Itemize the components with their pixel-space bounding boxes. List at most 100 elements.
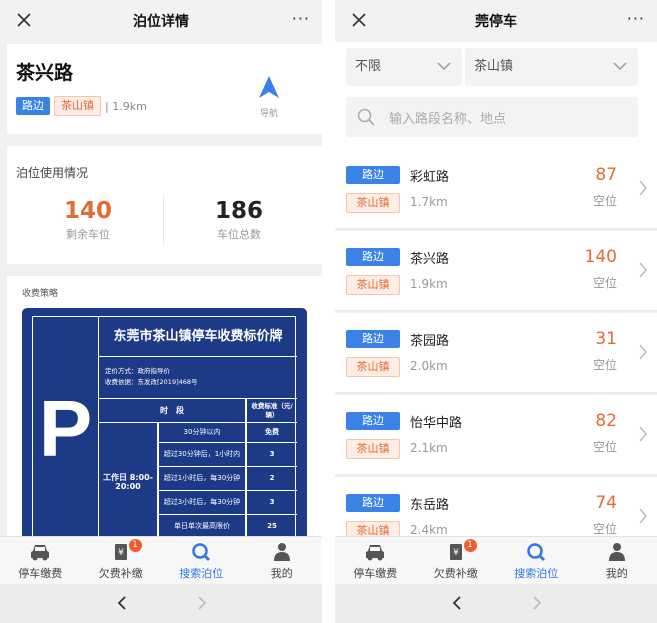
more-menu-button[interactable]: ··· — [292, 11, 310, 27]
board-row-label: 30分钟以内 — [159, 423, 245, 443]
tab-search-berth[interactable]: 搜索泊位 — [496, 537, 577, 584]
type-tag: 路边 — [346, 494, 400, 512]
type-tag: 路边 — [346, 412, 400, 430]
road-header: 茶兴路 路边 茶山镇 | 1.9km 导航 — [7, 44, 322, 134]
list-item[interactable]: 路边 茶山镇 彩虹路 1.7km 87 空位 — [335, 149, 657, 229]
road-name: 茶兴路 — [16, 62, 74, 84]
tab-mine[interactable]: 我的 — [577, 537, 657, 584]
town-tag: 茶山镇 — [346, 275, 400, 295]
tab-search-berth[interactable]: 搜索泊位 — [161, 537, 242, 584]
filter-panel: 不限 茶山镇 输入路段名称、地点 — [335, 42, 657, 149]
type-filter-value: 不限 — [355, 59, 382, 74]
search-icon — [357, 108, 375, 126]
total-stat: 186 车位总数 — [164, 198, 314, 242]
browser-nav-bar — [335, 584, 657, 623]
road-name: 茶园路 — [410, 334, 450, 349]
total-label: 车位总数 — [217, 228, 261, 241]
free-count: 74 — [595, 493, 617, 513]
board-row-price: 免费 — [247, 423, 297, 443]
tab-label: 欠费补缴 — [433, 567, 478, 580]
close-icon[interactable] — [14, 10, 34, 30]
board-row-label: 超过3小时后，每30分钟 — [159, 491, 245, 515]
board-row-price: 25 — [247, 515, 297, 536]
search-icon — [192, 543, 211, 561]
parking-search-screen: 莞停车 ··· 不限 茶山镇 输入路段名称、地点 路边 茶山镇 彩虹路 1.7k… — [335, 0, 657, 623]
town-tag: 茶山镇 — [54, 96, 101, 116]
remaining-label: 剩余车位 — [66, 228, 110, 241]
chevron-right-icon — [639, 180, 647, 196]
board-col-standard: 收费标准（元/辆） — [247, 399, 297, 423]
tab-label: 停车缴费 — [18, 567, 63, 580]
free-count: 31 — [595, 329, 617, 349]
search-placeholder: 输入路段名称、地点 — [389, 112, 507, 127]
town-tag: 茶山镇 — [346, 193, 400, 213]
board-pricing-method: 定价方式：政府指导价 — [105, 367, 170, 375]
list-item[interactable]: 路边 茶山镇 茶兴路 1.9km 140 空位 — [335, 231, 657, 311]
distance-text: | 1.9km — [105, 99, 147, 113]
tab-pay-parking[interactable]: 停车缴费 — [0, 537, 81, 584]
town-tag: 茶山镇 — [346, 439, 400, 459]
tab-pay-parking[interactable]: 停车缴费 — [335, 537, 416, 584]
free-label: 空位 — [592, 276, 617, 290]
search-input[interactable]: 输入路段名称、地点 — [346, 97, 638, 137]
free-label: 空位 — [592, 440, 617, 454]
board-grid-line — [245, 399, 247, 536]
parking-p-sign: P — [33, 317, 99, 536]
total-count: 186 — [214, 198, 263, 224]
type-tag: 路边 — [346, 330, 400, 348]
type-tag: 路边 — [346, 248, 400, 266]
chevron-right-icon — [639, 262, 647, 278]
svg-text:¥: ¥ — [453, 548, 459, 558]
usage-header: 泊位使用情况 — [16, 166, 89, 180]
list-item[interactable]: 路边 茶山镇 茶园路 2.0km 31 空位 — [335, 313, 657, 393]
list-item[interactable]: 路边 茶山镇 怡华中路 2.1km 82 空位 — [335, 395, 657, 475]
type-filter-dropdown[interactable]: 不限 — [346, 48, 462, 86]
fee-panel: 收费策略 P 东莞市茶山镇停车收费标价牌 定价方式：政府指导价 收费依据：东发改… — [7, 276, 322, 536]
navigate-label: 导航 — [259, 109, 278, 119]
distance-text: 2.4km — [410, 523, 448, 537]
page-title: 泊位详情 — [133, 14, 189, 30]
board-info: 定价方式：政府指导价 收费依据：东发改[2019]468号 — [99, 357, 297, 399]
tab-arrears[interactable]: ¥ 1 欠费补缴 — [416, 537, 497, 584]
town-filter-value: 茶山镇 — [474, 59, 514, 74]
top-bar: 泊位详情 ··· — [0, 0, 322, 42]
type-tag: 路边 — [346, 166, 400, 184]
chevron-down-icon — [437, 62, 451, 70]
town-filter-dropdown[interactable]: 茶山镇 — [465, 48, 638, 86]
price-board-image: P 东莞市茶山镇停车收费标价牌 定价方式：政府指导价 收费依据：东发改[2019… — [22, 308, 307, 536]
distance-text: 2.0km — [410, 359, 448, 373]
more-menu-button[interactable]: ··· — [627, 11, 645, 27]
chevron-down-icon — [613, 62, 627, 70]
forward-arrow-icon[interactable] — [531, 595, 543, 611]
board-grid-line — [157, 423, 159, 536]
tab-mine[interactable]: 我的 — [242, 537, 323, 584]
free-label: 空位 — [592, 194, 617, 208]
person-icon — [273, 543, 290, 561]
page-title: 莞停车 — [475, 14, 517, 30]
car-icon — [31, 545, 50, 561]
free-count: 87 — [595, 165, 617, 185]
back-arrow-icon[interactable] — [116, 595, 128, 611]
tab-arrears[interactable]: ¥ 1 欠费补缴 — [81, 537, 162, 584]
search-icon — [527, 543, 546, 561]
navigate-button[interactable]: 导航 — [254, 74, 284, 119]
bottom-tab-bar: 停车缴费 ¥ 1 欠费补缴 搜索泊位 我的 — [0, 536, 322, 584]
berth-detail-screen: 泊位详情 ··· 茶兴路 路边 茶山镇 | 1.9km 导航 泊位使用情况 14… — [0, 0, 322, 623]
board-row-label: 超过30分钟后，1小时内 — [159, 443, 245, 467]
road-tags: 路边 茶山镇 | 1.9km — [16, 96, 147, 116]
road-name: 东岳路 — [410, 498, 450, 513]
car-icon — [366, 545, 385, 561]
close-icon[interactable] — [349, 10, 369, 30]
person-icon — [608, 543, 625, 561]
free-count: 82 — [595, 411, 617, 431]
free-count: 140 — [584, 247, 617, 267]
navigation-arrow-icon — [259, 76, 279, 98]
town-tag: 茶山镇 — [346, 357, 400, 377]
board-row-price: 3 — [247, 443, 297, 467]
road-name: 怡华中路 — [410, 416, 463, 431]
board-pricing-basis: 收费依据：东发改[2019]468号 — [105, 378, 198, 386]
distance-text: 1.7km — [410, 195, 448, 209]
board-row-price: 2 — [247, 467, 297, 491]
forward-arrow-icon[interactable] — [196, 595, 208, 611]
back-arrow-icon[interactable] — [451, 595, 463, 611]
